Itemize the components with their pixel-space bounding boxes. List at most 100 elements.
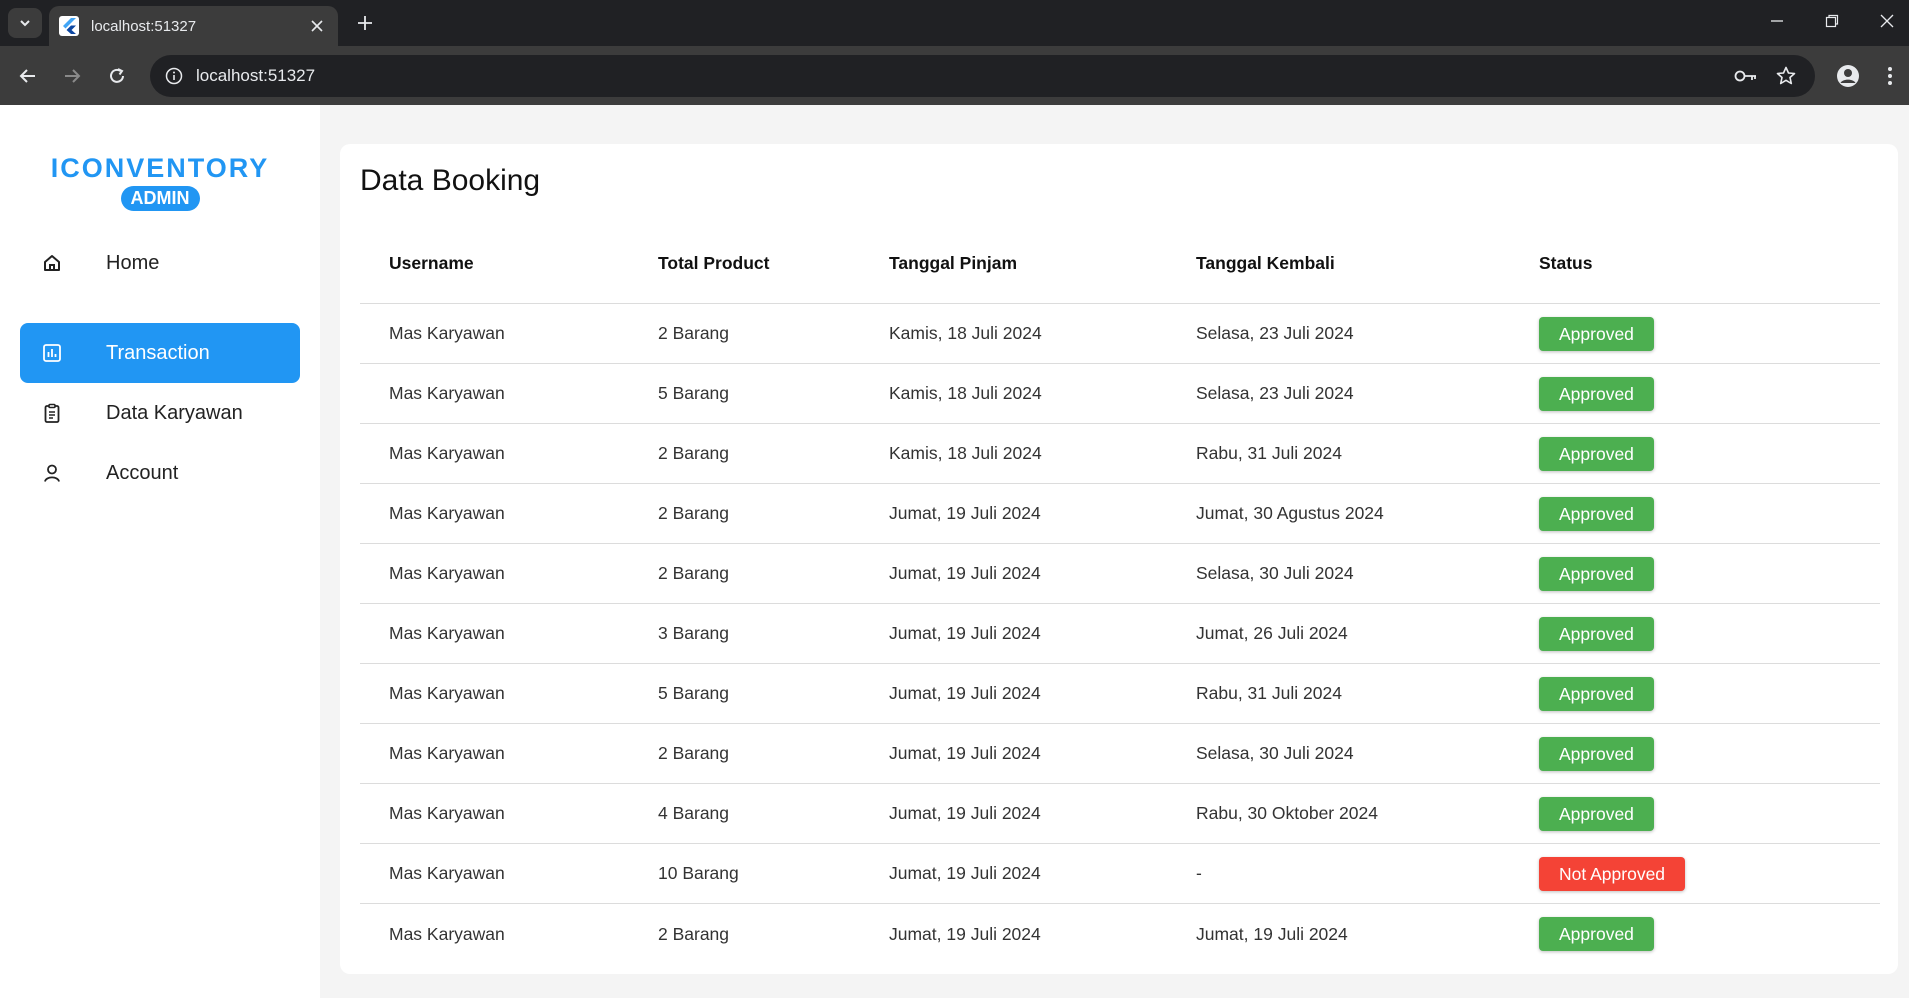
reload-button[interactable] <box>99 58 135 94</box>
restore-button[interactable] <box>1810 8 1854 34</box>
reload-icon <box>110 68 124 83</box>
cell-tanggal-kembali: Jumat, 26 Juli 2024 <box>1196 623 1348 643</box>
sidebar-item-transaction[interactable]: Transaction <box>20 323 300 383</box>
new-tab-button[interactable] <box>350 8 380 38</box>
address-bar[interactable]: localhost:51327 <box>150 55 1815 97</box>
sidebar-item-account[interactable]: Account <box>20 443 300 503</box>
site-info-icon[interactable] <box>162 64 186 88</box>
cell-tanggal-pinjam: Kamis, 18 Juli 2024 <box>889 323 1042 343</box>
cell-total-product: 2 Barang <box>658 923 730 944</box>
cell-status: Approved <box>1539 676 1880 711</box>
browser-tabstrip: localhost:51327 <box>0 0 1909 46</box>
arrow-left-icon <box>19 69 35 83</box>
cell-status: Approved <box>1539 917 1880 951</box>
plus-icon <box>358 16 372 30</box>
cell-username: Mas Karyawan <box>389 383 505 403</box>
cell-tanggal-pinjam: Jumat, 19 Juli 2024 <box>889 923 1041 944</box>
status-badge[interactable]: Approved <box>1539 556 1654 591</box>
status-badge[interactable]: Approved <box>1539 676 1654 711</box>
cell-tanggal-kembali: Rabu, 30 Oktober 2024 <box>1196 803 1378 823</box>
cell-tanggal-kembali: Selasa, 23 Juli 2024 <box>1196 323 1354 343</box>
status-badge[interactable]: Approved <box>1539 736 1654 771</box>
cell-tanggal-pinjam: Jumat, 19 Juli 2024 <box>889 623 1041 643</box>
flutter-icon <box>59 16 79 36</box>
url-text: localhost:51327 <box>196 66 316 85</box>
minimize-button[interactable] <box>1755 8 1799 34</box>
cell-username: Mas Karyawan <box>389 923 505 944</box>
cell-tanggal-kembali: Selasa, 23 Juli 2024 <box>1196 383 1354 403</box>
table-row: Mas Karyawan 3 Barang Jumat, 19 Juli 2024 J… <box>360 604 1880 664</box>
sidebar-item-label: Account <box>106 461 179 484</box>
close-window-button[interactable] <box>1865 8 1909 34</box>
status-badge[interactable]: Approved <box>1539 376 1654 411</box>
status-badge[interactable]: Approved <box>1539 796 1654 831</box>
cell-tanggal-kembali: - <box>1196 863 1202 883</box>
browser-menu-button[interactable] <box>1872 58 1908 94</box>
bookmark-star-icon[interactable] <box>1773 64 1799 88</box>
cell-username: Mas Karyawan <box>389 323 505 343</box>
status-badge[interactable]: Not Approved <box>1539 856 1686 891</box>
tab-title: localhost:51327 <box>91 17 197 35</box>
cell-tanggal-pinjam: Jumat, 19 Juli 2024 <box>889 743 1041 763</box>
sidebar-item-data-karyawan[interactable]: Data Karyawan <box>20 383 300 443</box>
status-badge[interactable]: Approved <box>1539 917 1654 951</box>
data-booking-card: Data Booking Username Total Product Tang… <box>340 144 1898 974</box>
cell-status: Not Approved <box>1539 856 1880 891</box>
cell-tanggal-pinjam: Jumat, 19 Juli 2024 <box>889 803 1041 823</box>
status-badge[interactable]: Approved <box>1539 496 1654 531</box>
brand-badge: ADMIN <box>120 186 200 211</box>
sidebar-item-label: Transaction <box>106 341 210 364</box>
column-header-username: Username <box>389 253 474 273</box>
cell-username: Mas Karyawan <box>389 503 505 523</box>
password-key-icon[interactable] <box>1733 64 1759 88</box>
clipboard-icon <box>40 401 64 425</box>
chevron-down-icon <box>20 20 30 27</box>
arrow-right-icon <box>65 69 81 83</box>
close-icon <box>1880 14 1894 28</box>
cell-status: Approved <box>1539 616 1880 651</box>
sidebar-item-label: Home <box>106 251 160 274</box>
cell-username: Mas Karyawan <box>389 803 505 823</box>
brand-title: ICONVENTORY <box>50 153 270 183</box>
table-row: Mas Karyawan 2 Barang Jumat, 19 Juli 2024 S… <box>360 544 1880 604</box>
cell-tanggal-pinjam: Kamis, 18 Juli 2024 <box>889 443 1042 463</box>
cell-username: Mas Karyawan <box>389 863 505 883</box>
cell-username: Mas Karyawan <box>389 683 505 703</box>
profile-button[interactable] <box>1830 58 1866 94</box>
status-badge[interactable]: Approved <box>1539 316 1654 351</box>
sidebar-item-label: Data Karyawan <box>106 401 243 424</box>
browser-tab[interactable]: localhost:51327 <box>49 6 338 46</box>
cell-status: Approved <box>1539 316 1880 351</box>
cell-tanggal-pinjam: Jumat, 19 Juli 2024 <box>889 563 1041 583</box>
home-icon <box>40 251 64 275</box>
cell-status: Approved <box>1539 436 1880 471</box>
table-row: Mas Karyawan 4 Barang Jumat, 19 Juli 2024 R… <box>360 784 1880 844</box>
cell-status: Approved <box>1539 496 1880 531</box>
profile-icon <box>1837 65 1859 87</box>
browser-toolbar: localhost:51327 <box>0 46 1909 105</box>
back-button[interactable] <box>10 58 46 94</box>
restore-icon <box>1825 14 1839 28</box>
table-row: Mas Karyawan 2 Barang Kamis, 18 Juli 2024 S… <box>360 304 1880 364</box>
forward-button[interactable] <box>54 58 90 94</box>
status-badge[interactable]: Approved <box>1539 616 1654 651</box>
cell-status: Approved <box>1539 556 1880 591</box>
table-row: Mas Karyawan 2 Barang Jumat, 19 Juli 2024 J… <box>360 484 1880 544</box>
cell-username: Mas Karyawan <box>389 623 505 643</box>
cell-total-product: 10 Barang <box>658 863 739 883</box>
cell-username: Mas Karyawan <box>389 743 505 763</box>
tab-search-button[interactable] <box>8 8 42 38</box>
close-tab-icon[interactable] <box>306 15 328 37</box>
minimize-icon <box>1771 20 1783 22</box>
cell-total-product: 2 Barang <box>658 443 730 463</box>
status-badge[interactable]: Approved <box>1539 436 1654 471</box>
cell-tanggal-pinjam: Jumat, 19 Juli 2024 <box>889 683 1041 703</box>
sidebar-item-home[interactable]: Home <box>20 233 300 293</box>
booking-table: Username Total Product Tanggal Pinjam Ta… <box>360 224 1880 964</box>
brand-logo: ICONVENTORY ADMIN <box>0 153 320 211</box>
chart-icon <box>40 341 64 365</box>
cell-total-product: 2 Barang <box>658 743 730 763</box>
cell-total-product: 2 Barang <box>658 503 730 523</box>
table-row: Mas Karyawan 2 Barang Jumat, 19 Juli 2024 S… <box>360 724 1880 784</box>
cell-status: Approved <box>1539 376 1880 411</box>
